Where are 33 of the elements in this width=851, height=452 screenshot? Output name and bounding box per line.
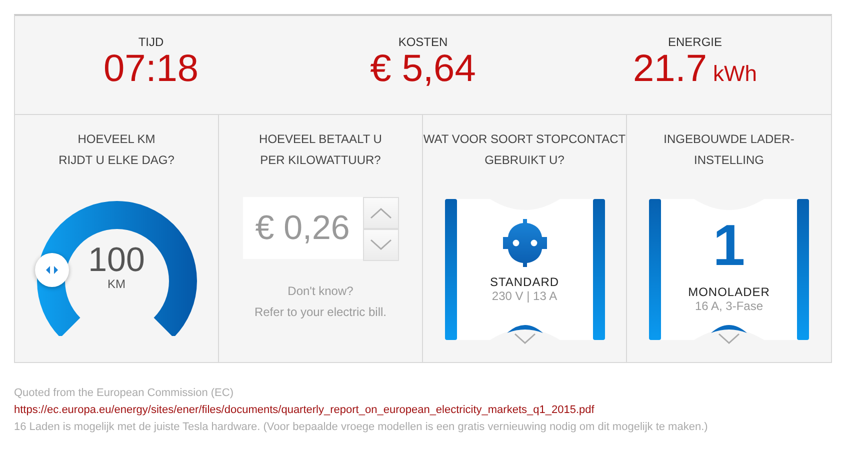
panel-question: HOEVEEL BETAALT U PER KILOWATTUUR? [259, 131, 382, 169]
help-text: Don't know? Refer to your electric bill. [254, 283, 387, 321]
panel-question: HOEVEEL KM RIJDT U ELKE DAG? [58, 131, 174, 169]
stat-label: KOSTEN [398, 35, 448, 49]
socket-icon [502, 219, 546, 267]
stat-label: TIJD [138, 35, 164, 49]
slider-handle[interactable] [34, 252, 68, 287]
source-link[interactable]: https://ec.europa.eu/energy/sites/ener/files/documents/quarterly_report_on_european_electricity_markets_q1_2015.pdf [14, 402, 851, 419]
stat-value: 21.7 [633, 49, 707, 89]
option-title: STANDARD [490, 275, 560, 289]
distance-unit: KM [106, 277, 126, 291]
option-specs: 16 A, 3-Fase [694, 299, 764, 313]
card-background[interactable] [649, 199, 809, 340]
panel-question: INGEBOUWDE LADER- INSTELLING [664, 131, 794, 169]
arrows-icon [46, 266, 58, 274]
stat-value: 07:18 [103, 49, 199, 89]
decrement-button[interactable] [362, 229, 398, 261]
charger-count: 1 [712, 215, 746, 277]
stat-unit: kWh [712, 61, 757, 87]
panel-question: WAT VOOR SOORT STOPCONTACT GEBRUIKT U? [423, 131, 626, 169]
stat-value: € 5,64 [370, 49, 476, 89]
increment-button[interactable] [362, 197, 398, 229]
chevron-up-icon [370, 207, 392, 219]
stat-label: ENERGIE [668, 35, 722, 49]
footnote-text: 16 Laden is mogelijk met de juiste Tesla hardware. (Voor bepaalde vroege modellen is een gratis vernieuwing nodig om dit mogelijk te maken.) [14, 420, 709, 435]
option-title: MONOLADER [688, 285, 770, 299]
chevron-down-icon [370, 239, 392, 251]
card-background[interactable] [444, 199, 604, 340]
chevron-down-icon [718, 333, 740, 345]
distance-value: 100 [87, 241, 146, 280]
chevron-down-icon [514, 333, 536, 345]
option-specs: 230 V | 13 A [492, 289, 558, 303]
source-text: Quoted from the European Commission (EC) [14, 386, 234, 401]
